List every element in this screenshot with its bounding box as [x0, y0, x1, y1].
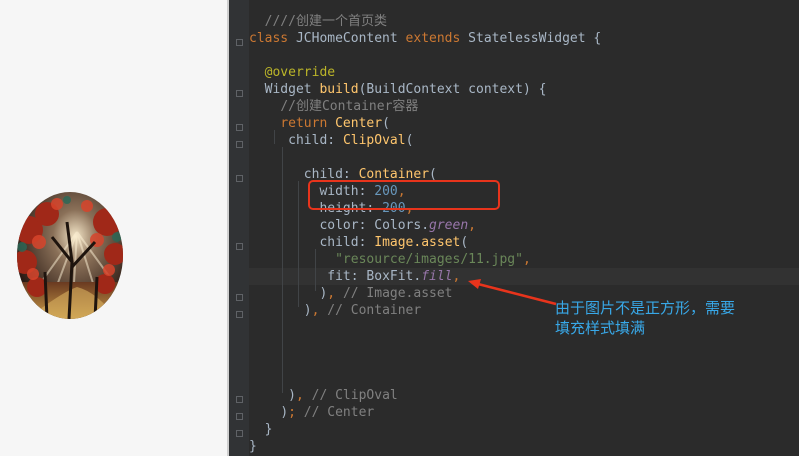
- forest-image-icon: [17, 192, 123, 319]
- fold-marker-icon[interactable]: [236, 124, 243, 131]
- fold-marker-icon[interactable]: [236, 90, 243, 97]
- code-line: @override: [264, 65, 336, 80]
- code-line: class JCHomeContent extends StatelessWid…: [249, 31, 602, 46]
- code-line: }: [249, 439, 257, 454]
- annotation-note: 由于图片不是正方形，需要 填充样式填满: [555, 299, 736, 337]
- fold-marker-icon[interactable]: [236, 243, 243, 250]
- fold-marker-icon[interactable]: [236, 294, 243, 301]
- code-line: ), // ClipOval: [288, 388, 398, 403]
- code-editor[interactable]: ////创建一个首页类 class JCHomeContent extends S…: [229, 0, 799, 456]
- editor-gutter: [229, 0, 249, 456]
- code-line: }: [264, 422, 273, 437]
- highlight-box: [308, 180, 500, 210]
- source-code[interactable]: ////创建一个首页类 class JCHomeContent extends S…: [249, 13, 601, 455]
- code-line: //创建Container容器: [280, 99, 419, 114]
- code-line: color: Colors.green,: [319, 218, 476, 233]
- code-line: child: ClipOval(: [288, 133, 414, 148]
- code-line: ////创建一个首页类: [264, 14, 387, 29]
- fold-marker-icon[interactable]: [236, 413, 243, 420]
- fold-marker-icon[interactable]: [236, 141, 243, 148]
- fold-marker-icon[interactable]: [236, 396, 243, 403]
- code-line: ); // Center: [280, 405, 375, 420]
- code-line: return Center(: [280, 116, 390, 131]
- clipped-oval-image: [17, 192, 123, 319]
- fold-marker-icon[interactable]: [236, 311, 243, 318]
- fold-marker-icon[interactable]: [236, 39, 243, 46]
- fold-marker-icon[interactable]: [236, 430, 243, 437]
- code-line: child: Image.asset(: [319, 235, 469, 250]
- code-line: Widget build(BuildContext context) {: [264, 82, 547, 97]
- code-line: "resource/images/11.jpg",: [335, 252, 531, 267]
- app-preview-panel: [0, 0, 227, 456]
- arrow-icon: [468, 279, 557, 306]
- fold-marker-icon[interactable]: [236, 175, 243, 182]
